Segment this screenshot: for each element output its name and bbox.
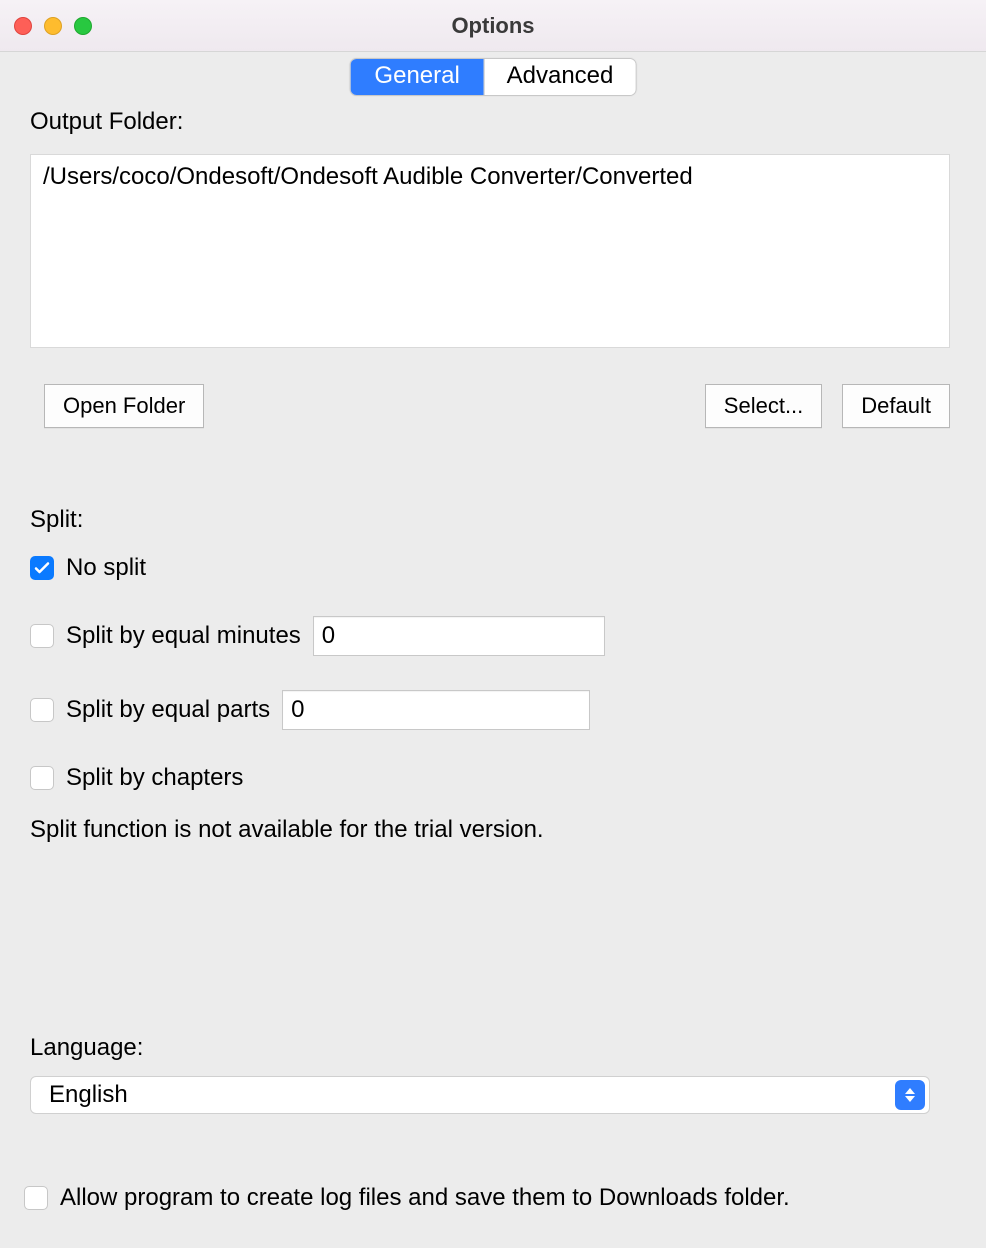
split-trial-note: Split function is not available for the … [30, 816, 956, 844]
open-folder-button[interactable]: Open Folder [44, 384, 204, 428]
window-title: Options [0, 13, 986, 39]
language-value: English [49, 1081, 128, 1109]
split-chapters-row: Split by chapters [30, 764, 956, 792]
no-split-checkbox[interactable] [30, 556, 54, 580]
split-parts-row: Split by equal parts [30, 690, 956, 730]
output-folder-label: Output Folder: [30, 108, 956, 136]
content-area: Output Folder: /Users/coco/Ondesoft/Onde… [0, 108, 986, 1212]
titlebar: Options [0, 0, 986, 52]
split-chapters-checkbox[interactable] [30, 766, 54, 790]
log-files-label: Allow program to create log files and sa… [60, 1184, 790, 1212]
language-label: Language: [30, 1034, 956, 1062]
folder-buttons-row: Open Folder Select... Default [30, 384, 950, 428]
options-window: Options General Advanced Output Folder: … [0, 0, 986, 1248]
log-files-checkbox[interactable] [24, 1186, 48, 1210]
split-section: Split: No split Split by equal minutes S… [30, 506, 956, 844]
select-folder-button[interactable]: Select... [705, 384, 822, 428]
split-parts-input[interactable] [282, 690, 590, 730]
split-minutes-row: Split by equal minutes [30, 616, 956, 656]
split-minutes-label: Split by equal minutes [66, 622, 301, 650]
no-split-row: No split [30, 554, 956, 582]
split-parts-checkbox[interactable] [30, 698, 54, 722]
language-section: Language: English [30, 1034, 956, 1114]
tab-group: General Advanced [350, 58, 637, 96]
tab-advanced[interactable]: Advanced [484, 59, 636, 95]
checkmark-icon [34, 560, 50, 576]
split-label: Split: [30, 506, 956, 534]
split-minutes-checkbox[interactable] [30, 624, 54, 648]
spacer [224, 384, 685, 428]
split-minutes-input[interactable] [313, 616, 605, 656]
default-folder-button[interactable]: Default [842, 384, 950, 428]
no-split-label: No split [66, 554, 146, 582]
language-select[interactable]: English [30, 1076, 930, 1114]
split-parts-label: Split by equal parts [66, 696, 270, 724]
log-files-row: Allow program to create log files and sa… [24, 1184, 956, 1212]
tab-general[interactable]: General [351, 59, 484, 95]
split-chapters-label: Split by chapters [66, 764, 243, 792]
chevron-up-down-icon [895, 1080, 925, 1110]
output-folder-path[interactable]: /Users/coco/Ondesoft/Ondesoft Audible Co… [30, 154, 950, 348]
